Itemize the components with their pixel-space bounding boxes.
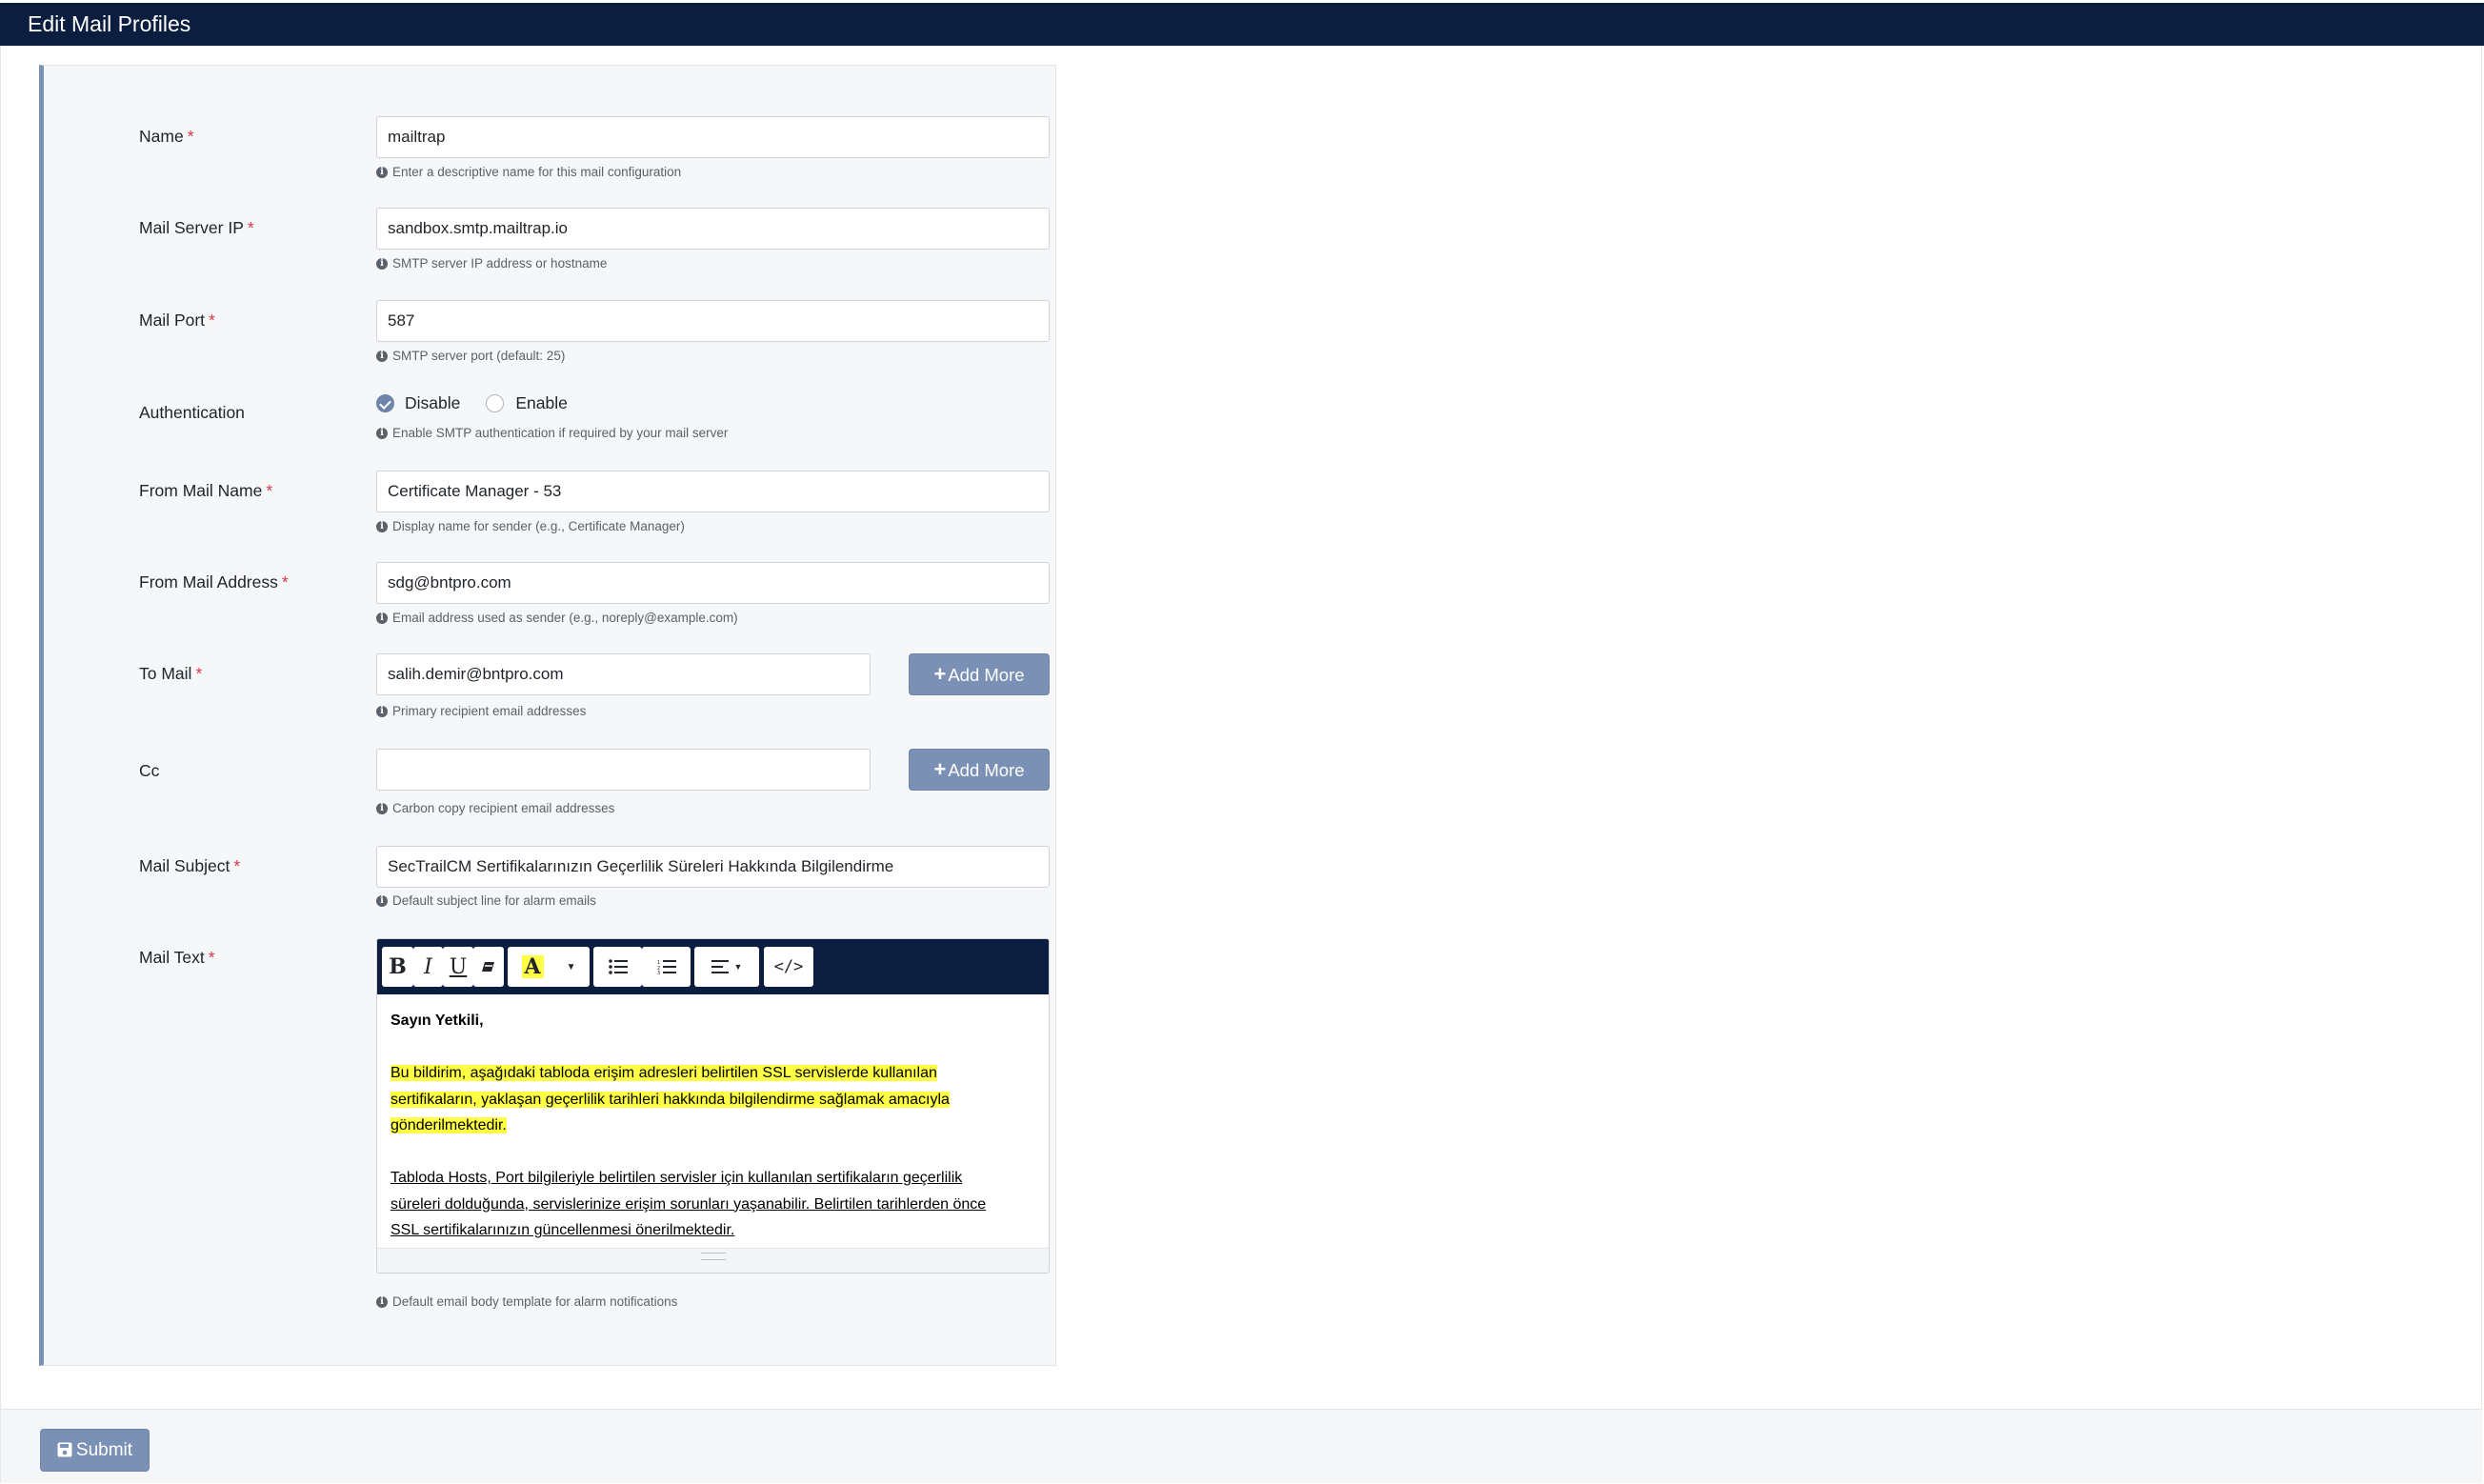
- list-ol-icon: 123: [657, 960, 676, 974]
- info-icon: i: [376, 705, 388, 717]
- paragraph-1-line-1: Bu bildirim, aşağıdaki tabloda erişim ad…: [391, 1065, 937, 1081]
- eraser-button[interactable]: [473, 947, 504, 987]
- port-input[interactable]: 587: [376, 300, 1050, 342]
- form-footer: Submit: [1, 1409, 2482, 1483]
- server-ip-help: i SMTP server IP address or hostname: [376, 256, 607, 271]
- cc-input[interactable]: [376, 749, 871, 791]
- subject-label: Mail Subject *: [139, 856, 241, 875]
- server-ip-input[interactable]: sandbox.smtp.mailtrap.io: [376, 208, 1050, 250]
- greeting-text: Sayın Yetkili,: [391, 1013, 484, 1029]
- resize-grip-icon[interactable]: [700, 1253, 726, 1260]
- info-icon: i: [376, 427, 388, 439]
- name-label: Name *: [139, 127, 194, 146]
- form-card: Name * mailtrap i Enter a descriptive name…: [39, 65, 1056, 1366]
- radio-disable-label[interactable]: Disable: [405, 393, 460, 413]
- save-icon: [57, 1442, 72, 1457]
- radio-disable[interactable]: [376, 394, 394, 412]
- authentication-label: Authentication: [139, 403, 245, 422]
- ordered-list-button[interactable]: 123: [642, 947, 691, 987]
- highlight-color-button[interactable]: A ▼: [508, 947, 590, 987]
- info-icon: i: [376, 1295, 388, 1308]
- from-address-help: i Email address used as sender (e.g., nor…: [376, 611, 738, 625]
- paragraph-2-line-2: süreleri dolduğunda, servislerinize eriş…: [391, 1195, 987, 1213]
- page-header: Edit Mail Profiles: [0, 3, 2484, 46]
- editor-content[interactable]: Sayın Yetkili, Bu bildirim, aşağıdaki ta…: [391, 1008, 1038, 1244]
- radio-enable-label[interactable]: Enable: [515, 393, 568, 413]
- plus-icon: +: [933, 757, 947, 781]
- info-icon: i: [376, 894, 388, 907]
- underline-button[interactable]: U: [443, 947, 473, 987]
- to-mail-help: i Primary recipient email addresses: [376, 704, 586, 718]
- info-icon: i: [376, 166, 388, 178]
- caret-down-icon: ▼: [566, 961, 576, 973]
- port-help: i SMTP server port (default: 25): [376, 349, 565, 363]
- paragraph-1-line-2: sertifikaların, yaklaşan geçerlilik tari…: [391, 1091, 950, 1108]
- plus-icon: +: [933, 662, 947, 686]
- from-name-label: From Mail Name *: [139, 481, 273, 500]
- from-address-input[interactable]: sdg@bntpro.com: [376, 562, 1050, 604]
- info-icon: i: [376, 520, 388, 532]
- to-mail-add-more-button[interactable]: + Add More: [909, 653, 1050, 695]
- radio-enable[interactable]: [486, 394, 505, 412]
- mail-text-label: Mail Text *: [139, 948, 215, 967]
- name-input[interactable]: mailtrap: [376, 116, 1050, 158]
- toolbar-group-lists: 123: [593, 947, 691, 987]
- svg-text:3: 3: [657, 971, 660, 974]
- submit-button[interactable]: Submit: [40, 1429, 150, 1472]
- cc-label: Cc: [139, 761, 160, 780]
- mail-text-editor: B I U A ▼ 123 ▼ </> Sayın Yetkili, Bu bi…: [376, 938, 1050, 1273]
- authentication-radio-group: Disable Enable: [376, 393, 568, 413]
- text-color-icon: A: [521, 955, 544, 978]
- to-mail-input[interactable]: salih.demir@bntpro.com: [376, 653, 871, 695]
- name-help: i Enter a descriptive name for this mail …: [376, 165, 681, 179]
- authentication-help: i Enable SMTP authentication if required …: [376, 426, 728, 440]
- editor-resize-bar[interactable]: [377, 1248, 1049, 1273]
- paragraph-2-line-1: Tabloda Hosts, Port bilgileriyle belirti…: [391, 1170, 963, 1186]
- info-icon: i: [376, 612, 388, 624]
- from-name-input[interactable]: Certificate Manager - 53: [376, 471, 1050, 512]
- server-ip-label: Mail Server IP *: [139, 218, 254, 237]
- bold-button[interactable]: B: [382, 947, 413, 987]
- mail-text-help: i Default email body template for alarm n…: [376, 1294, 677, 1309]
- list-ul-icon: [608, 959, 628, 974]
- eraser-icon: [482, 962, 494, 972]
- caret-down-icon: ▼: [733, 962, 743, 972]
- from-name-help: i Display name for sender (e.g., Certific…: [376, 519, 685, 533]
- align-left-icon: [711, 960, 729, 973]
- to-mail-label: To Mail *: [139, 664, 203, 683]
- port-label: Mail Port *: [139, 311, 215, 330]
- toolbar-group-style: B I U: [382, 947, 504, 987]
- code-view-button[interactable]: </>: [764, 947, 813, 987]
- info-icon: i: [376, 802, 388, 814]
- editor-toolbar: B I U A ▼ 123 ▼ </>: [377, 939, 1049, 994]
- from-address-label: From Mail Address *: [139, 572, 289, 592]
- info-icon: i: [376, 257, 388, 270]
- paragraph-align-button[interactable]: ▼: [694, 947, 759, 987]
- paragraph-1-line-3: gönderilmektedir.: [391, 1117, 507, 1133]
- subject-input[interactable]: SecTrailCM Sertifikalarınızın Geçerlilik…: [376, 846, 1050, 888]
- subject-help: i Default subject line for alarm emails: [376, 893, 596, 908]
- cc-add-more-button[interactable]: + Add More: [909, 749, 1050, 791]
- italic-button[interactable]: I: [413, 947, 443, 987]
- paragraph-2-line-3: SSL sertifikalarınızın güncellenmesi öne…: [391, 1222, 735, 1238]
- info-icon: i: [376, 350, 388, 362]
- page-title: Edit Mail Profiles: [28, 11, 191, 36]
- cc-help: i Carbon copy recipient email addresses: [376, 801, 614, 815]
- unordered-list-button[interactable]: [593, 947, 642, 987]
